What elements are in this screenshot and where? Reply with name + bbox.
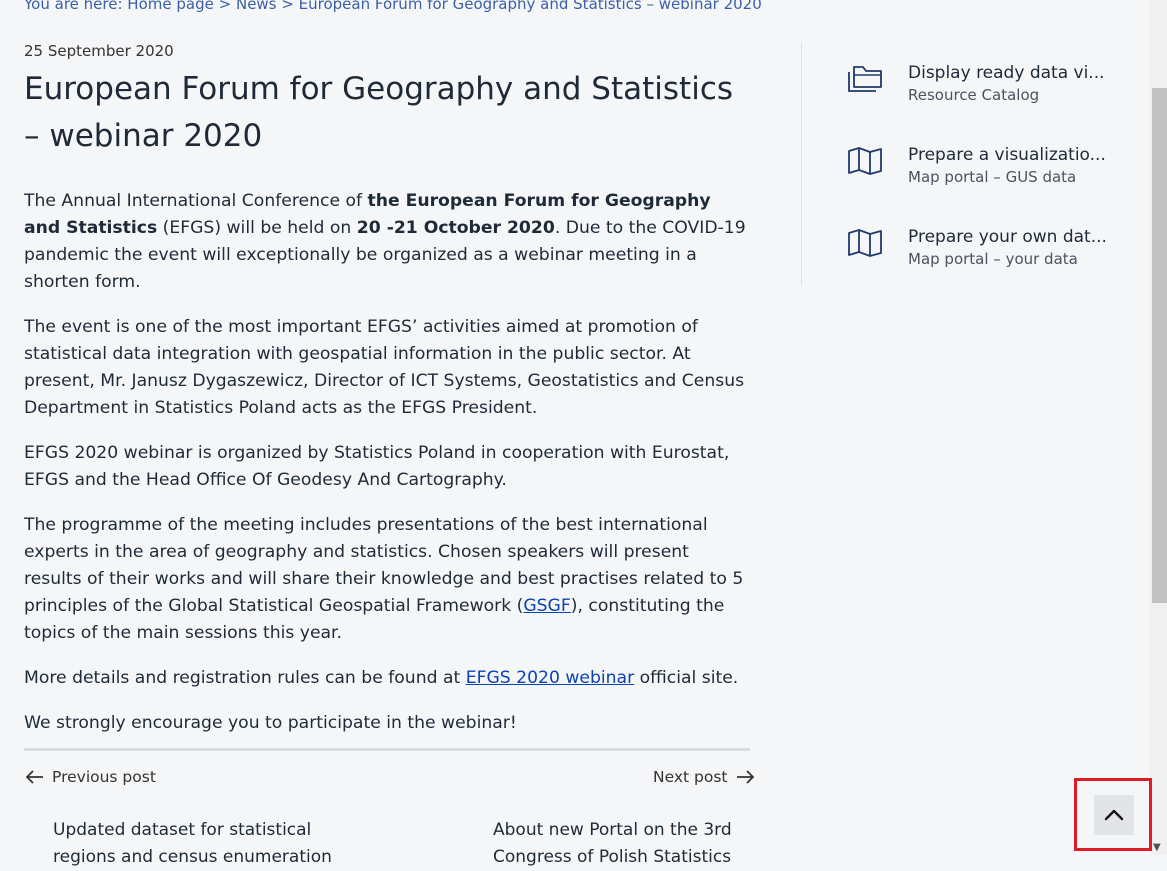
paragraph-text: official site. — [634, 668, 739, 688]
sidebar-item-resource-catalog[interactable]: Display ready data vi... Resource Catalo… — [846, 63, 1116, 107]
scroll-down-arrow-icon[interactable]: ▼ — [1153, 842, 1161, 853]
previous-post-title[interactable]: Updated dataset for statistical regions … — [53, 817, 373, 871]
breadcrumb-current: European Forum for Geography and Statist… — [298, 0, 762, 13]
arrow-right-icon — [736, 770, 754, 784]
gsgf-link[interactable]: GSGF — [523, 596, 570, 616]
chevron-up-icon — [1104, 809, 1124, 821]
paragraph-text: More details and registration rules can … — [24, 668, 466, 688]
map-icon — [848, 229, 882, 257]
folders-icon — [848, 66, 882, 92]
page-title: European Forum for Geography and Statist… — [24, 71, 734, 154]
breadcrumb-separator: > — [281, 0, 294, 13]
breadcrumb-home-link[interactable]: Home page — [127, 0, 214, 13]
article-paragraph: More details and registration rules can … — [24, 665, 751, 692]
article-paragraph: The Annual International Conference of t… — [24, 188, 751, 296]
breadcrumb-news-link[interactable]: News — [236, 0, 277, 13]
scrollbar-thumb[interactable] — [1152, 88, 1167, 603]
breadcrumb: You are here: Home page > News > Europea… — [24, 0, 762, 13]
sidebar-item-title: Prepare a visualizatio... — [908, 145, 1106, 165]
sidebar-item-title: Prepare your own dat... — [908, 227, 1107, 247]
article-paragraph: We strongly encourage you to participate… — [24, 713, 517, 733]
back-to-top-button[interactable] — [1094, 795, 1134, 835]
next-post-title[interactable]: About new Portal on the 3rd Congress of … — [493, 817, 743, 871]
article-date: 25 September 2020 — [24, 42, 174, 60]
previous-post-link[interactable]: Previous post — [26, 768, 156, 786]
article-paragraph: The programme of the meeting includes pr… — [24, 512, 751, 647]
scrollbar[interactable]: ▼ — [1150, 0, 1167, 855]
sidebar-divider — [801, 42, 802, 286]
next-post-link[interactable]: Next post — [653, 768, 754, 786]
arrow-left-icon — [26, 770, 43, 784]
map-icon — [848, 147, 882, 175]
sidebar-item-map-portal-gus[interactable]: Prepare a visualizatio... Map portal – G… — [846, 145, 1116, 189]
breadcrumb-prefix: You are here: — [24, 0, 123, 13]
efgs-webinar-link[interactable]: EFGS 2020 webinar — [466, 668, 634, 688]
sidebar-item-subtitle: Map portal – GUS data — [908, 168, 1077, 186]
paragraph-text: (EFGS) will be held on — [157, 218, 357, 238]
previous-post-label: Previous post — [52, 768, 156, 786]
breadcrumb-separator: > — [218, 0, 232, 13]
paragraph-text: The Annual International Conference of — [24, 191, 368, 211]
sidebar-item-subtitle: Resource Catalog — [908, 86, 1040, 104]
paragraph-bold-text: 20 -21 October 2020 — [356, 218, 555, 238]
sidebar-item-map-portal-own[interactable]: Prepare your own dat... Map portal – you… — [846, 227, 1116, 271]
article-paragraph: The event is one of the most important E… — [24, 317, 745, 418]
next-post-label: Next post — [653, 768, 728, 786]
article: 25 September 2020 European Forum for Geo… — [24, 42, 751, 755]
article-paragraph: EFGS 2020 webinar is organized by Statis… — [24, 443, 730, 490]
sidebar-item-subtitle: Map portal – your data — [908, 250, 1078, 268]
divider — [24, 748, 750, 751]
sidebar-item-title: Display ready data vi... — [908, 63, 1105, 83]
